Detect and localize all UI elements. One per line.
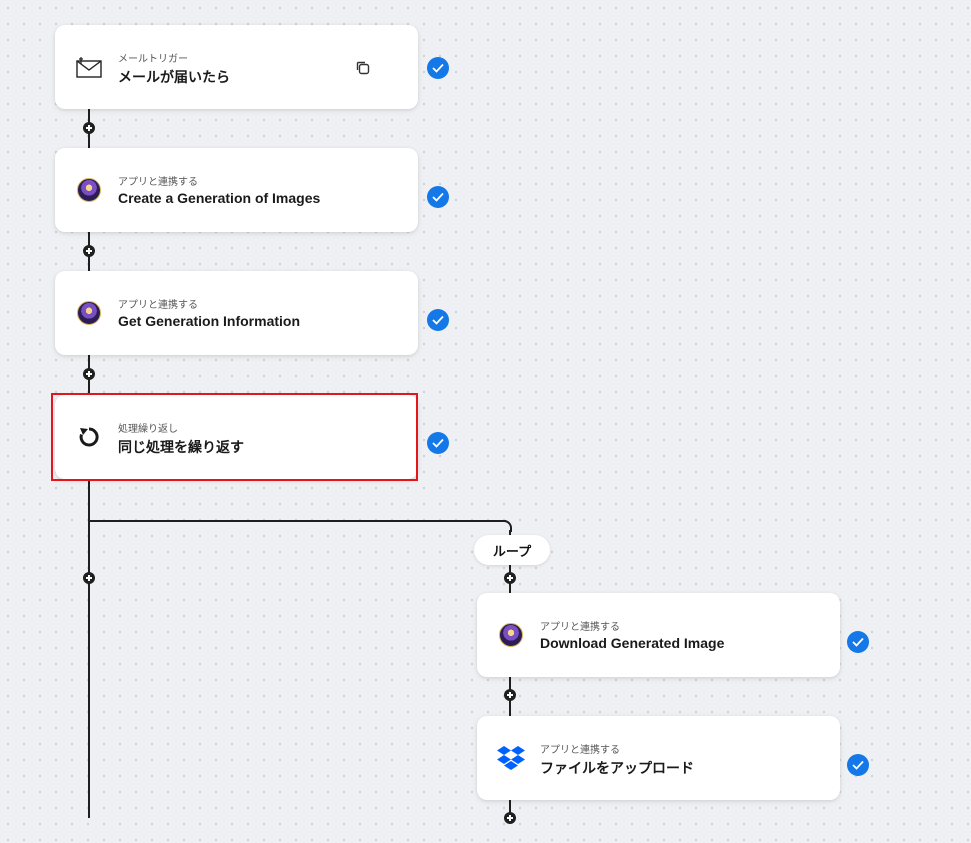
leonardo-ai-app-icon [75,299,103,327]
leonardo-ai-app-icon [497,621,525,649]
mail-icon [75,53,103,81]
step-title: Download Generated Image [540,635,725,651]
add-step-button[interactable] [83,245,95,257]
loop-label: ループ [474,535,550,565]
selection-highlight [51,393,418,481]
step-title: Create a Generation of Images [118,190,321,206]
step-title: メールが届いたら [118,69,230,85]
check-icon [847,631,869,653]
step-title: ファイルをアップロード [540,760,694,776]
check-icon [427,186,449,208]
check-icon [427,432,449,454]
add-step-button[interactable] [504,689,516,701]
step-category: アプリと連携する [118,177,198,188]
step-category: アプリと連携する [118,300,198,311]
add-step-button[interactable] [83,572,95,584]
add-step-button[interactable] [504,572,516,584]
check-icon [847,754,869,776]
check-icon [427,309,449,331]
dropbox-icon [497,744,525,772]
step-card-upload-file[interactable]: アプリと連携する ファイルをアップロード [477,716,840,800]
add-step-button[interactable] [83,368,95,380]
add-step-button[interactable] [504,812,516,824]
step-card-get-generation-info[interactable]: アプリと連携する Get Generation Information [55,271,418,355]
step-category: メールトリガー [118,54,188,65]
check-icon [427,57,449,79]
add-step-button[interactable] [83,122,95,134]
step-card-mail-trigger[interactable]: メールトリガー メールが届いたら [55,25,418,109]
copy-icon[interactable] [355,60,371,76]
step-card-create-generation[interactable]: アプリと連携する Create a Generation of Images [55,148,418,232]
connector-branch-h [88,520,506,522]
step-category: アプリと連携する [540,745,620,756]
step-title: Get Generation Information [118,313,301,329]
step-category: アプリと連携する [540,622,620,633]
leonardo-ai-app-icon [75,176,103,204]
step-card-download-image[interactable]: アプリと連携する Download Generated Image [477,593,840,677]
